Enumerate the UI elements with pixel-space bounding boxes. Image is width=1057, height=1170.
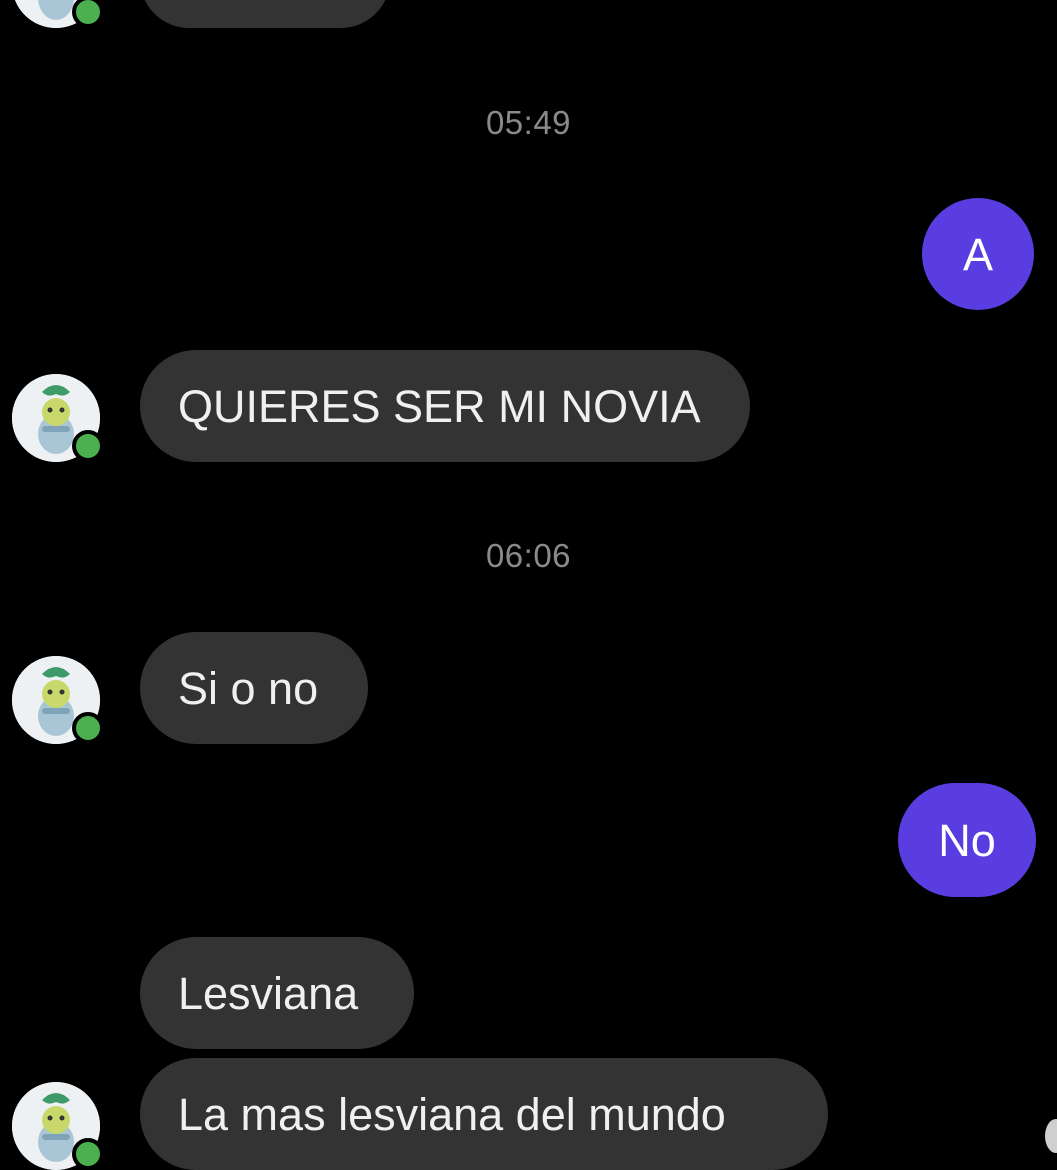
message-bubble-incoming[interactable]: Lesviana [140, 937, 414, 1049]
message-text: Si o no [178, 662, 319, 714]
message-bubble-outgoing[interactable]: A [922, 198, 1034, 310]
message-bubble-outgoing[interactable]: No [898, 783, 1036, 897]
message-text: A [962, 228, 993, 280]
message-bubble-incoming[interactable]: QUIERES SER MI NOVIA [140, 350, 750, 462]
online-status-icon [72, 430, 104, 462]
message-bubble-incoming[interactable]: La mas lesviana del mundo [140, 1058, 828, 1170]
message-text: Lesviana [178, 967, 359, 1019]
online-status-icon [72, 712, 104, 744]
contact-avatar[interactable] [12, 374, 104, 462]
message-text: No [938, 814, 996, 866]
message-bubble-incoming[interactable] [140, 0, 390, 28]
contact-avatar[interactable] [12, 1082, 104, 1170]
timestamp: 06:06 [485, 537, 572, 574]
message-text: La mas lesviana del mundo [178, 1088, 726, 1140]
timestamp: 05:49 [485, 104, 572, 141]
online-status-icon [72, 1138, 104, 1170]
message-text: QUIERES SER MI NOVIA [178, 380, 701, 432]
scroll-indicator[interactable] [1045, 1119, 1057, 1153]
chat-thread: 05:49 A QUIERES SER MI NOVIA 06:06 Si o … [0, 0, 1057, 1170]
message-bubble-incoming[interactable]: Si o no [140, 632, 368, 744]
contact-avatar[interactable] [12, 0, 104, 28]
contact-avatar[interactable] [12, 656, 104, 744]
